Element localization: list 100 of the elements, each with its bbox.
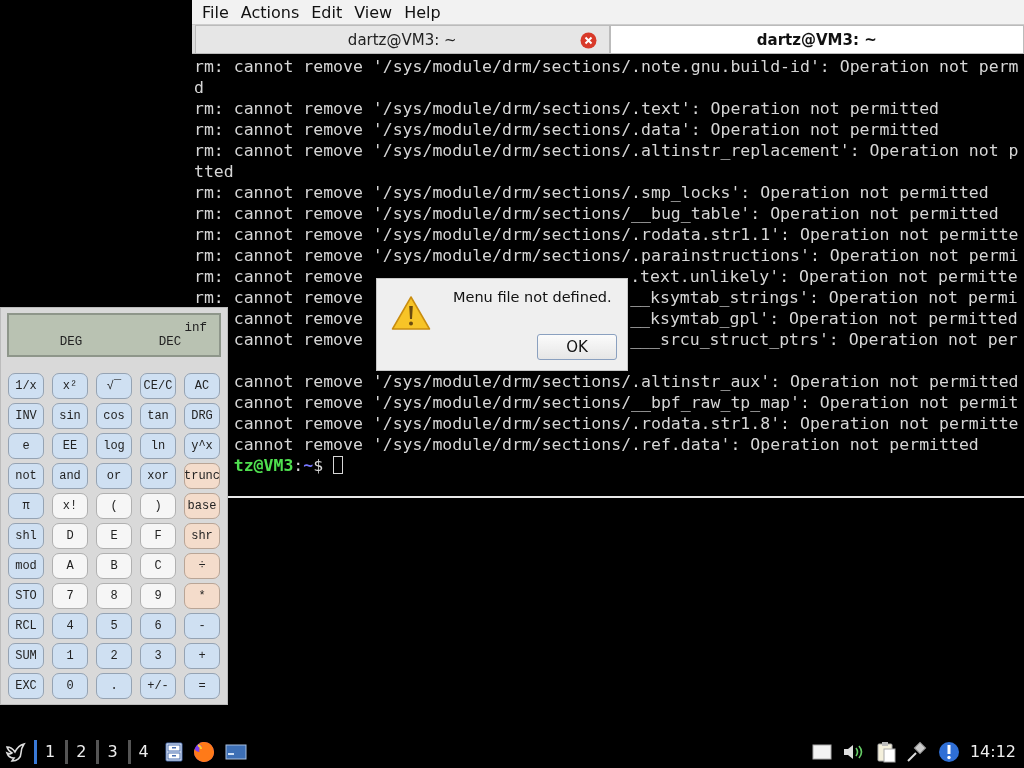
workspace-button[interactable]: 2: [65, 739, 93, 764]
terminal-line: rm: cannot remove '/sys/module/drm/sections/.data': Operation not permitted: [194, 120, 940, 139]
menu-item[interactable]: File: [196, 2, 235, 22]
calculator-key[interactable]: 8: [96, 583, 132, 609]
shell-prompt: tz@VM3:~$: [233, 456, 324, 475]
menu-item[interactable]: View: [348, 2, 399, 22]
dialog-message: Menu file not defined.: [453, 289, 612, 305]
angle-mode: DEG: [59, 335, 83, 351]
calculator-key[interactable]: -: [184, 613, 220, 639]
terminal-line: cannot remove '/sys/module/drm/sections/.ref.data': Operation not permitted: [233, 435, 979, 454]
terminal-line: rm: cannot remove: [194, 288, 363, 307]
terminal-line: rm: cannot remove: [194, 267, 363, 286]
menu-item[interactable]: Help: [398, 2, 447, 22]
calculator-key[interactable]: =: [184, 673, 220, 699]
calculator-key[interactable]: .: [96, 673, 132, 699]
terminal-line: tted: [194, 162, 234, 181]
warning-icon: [391, 295, 431, 331]
terminal-line: cannot remove: [233, 309, 363, 328]
calculator-key[interactable]: 4: [52, 613, 88, 639]
clock: 14:12: [969, 742, 1016, 761]
workspace-button[interactable]: 4: [127, 739, 155, 764]
calculator-key[interactable]: SUM: [8, 643, 44, 669]
note-icon[interactable]: [811, 742, 832, 761]
terminal-line: rm: cannot remove '/sys/module/drm/sections/.altinstr_replacement': Operation not p: [194, 141, 1019, 160]
calculator-key[interactable]: EXC: [8, 673, 44, 699]
calculator-key[interactable]: x²: [52, 373, 88, 399]
calculator-key[interactable]: shr: [184, 523, 220, 549]
calculator-key[interactable]: mod: [8, 553, 44, 579]
terminal-line: rm: cannot remove '/sys/module/drm/sections/.smp_locks': Operation not permitted: [194, 183, 989, 202]
terminal-line: rm: cannot remove '/sys/module/drm/sections/.rodata.str1.1': Operation not permitte: [194, 225, 1019, 244]
calculator-key[interactable]: or: [96, 463, 132, 489]
workspace-button[interactable]: 1: [34, 739, 62, 764]
calculator-key[interactable]: and: [52, 463, 88, 489]
calculator-key[interactable]: 6: [140, 613, 176, 639]
clipboard-icon[interactable]: [875, 740, 896, 763]
calculator-key[interactable]: A: [52, 553, 88, 579]
calculator-key[interactable]: EE: [52, 433, 88, 459]
calculator-key[interactable]: xor: [140, 463, 176, 489]
monitor-icon[interactable]: [224, 742, 247, 761]
calculator-key[interactable]: (: [96, 493, 132, 519]
info-icon[interactable]: [937, 740, 960, 763]
menu-item[interactable]: Actions: [234, 2, 306, 22]
terminal-line: cannot remove '/sys/module/drm/sections/.rodata.str1.8': Operation not permitte: [233, 414, 1019, 433]
calculator-key[interactable]: D: [52, 523, 88, 549]
calculator-key[interactable]: *: [184, 583, 220, 609]
calculator-key[interactable]: B: [96, 553, 132, 579]
close-icon[interactable]: [579, 32, 597, 49]
calculator-key[interactable]: +: [184, 643, 220, 669]
calculator-key[interactable]: 0: [52, 673, 88, 699]
terminal-tab[interactable]: dartz@VM3: ~: [609, 25, 1024, 53]
calculator-key[interactable]: C: [140, 553, 176, 579]
ok-button[interactable]: OK: [537, 334, 617, 360]
bird-icon[interactable]: [4, 740, 26, 763]
terminal-line: rm: cannot remove '/sys/module/drm/sections/__bug_table': Operation not permitted: [194, 204, 999, 223]
calculator-key[interactable]: 2: [96, 643, 132, 669]
calculator-key[interactable]: log: [96, 433, 132, 459]
terminal-line: cannot remove '/sys/module/drm/sections/.altinstr_aux': Operation not permitted: [233, 372, 1019, 391]
calculator-key[interactable]: cos: [96, 403, 132, 429]
calculator-key[interactable]: 5: [96, 613, 132, 639]
calculator-key[interactable]: ): [140, 493, 176, 519]
calculator-key[interactable]: +/-: [140, 673, 176, 699]
terminal-tab[interactable]: dartz@VM3: ~: [195, 25, 610, 53]
terminal-line: .text.unlikely': Operation not permitte: [630, 267, 1018, 286]
calculator-key[interactable]: not: [8, 463, 44, 489]
terminal-line: ___srcu_struct_ptrs': Operation not per: [630, 330, 1018, 349]
calculator-key[interactable]: x!: [52, 493, 88, 519]
calculator-key[interactable]: shl: [8, 523, 44, 549]
menu-item[interactable]: Edit: [305, 2, 349, 22]
display-value: inf: [184, 321, 207, 335]
calculator-key[interactable]: trunc: [184, 463, 220, 489]
terminal-line: __ksymtab_gpl': Operation not permitted: [630, 309, 1018, 328]
calculator-key[interactable]: 1: [52, 643, 88, 669]
calculator-key[interactable]: base: [184, 493, 220, 519]
calculator-key[interactable]: ln: [140, 433, 176, 459]
calculator-key[interactable]: 1/x: [8, 373, 44, 399]
calculator-key[interactable]: ÷: [184, 553, 220, 579]
calculator-key[interactable]: CE/C: [140, 373, 176, 399]
base-mode: DEC: [158, 335, 182, 351]
terminal-line: rm: cannot remove '/sys/module/drm/sections/.text': Operation not permitted: [194, 99, 940, 118]
calculator-key[interactable]: RCL: [8, 613, 44, 639]
file-cabinet-icon[interactable]: [164, 741, 183, 762]
calculator-key[interactable]: INV: [8, 403, 44, 429]
calculator-key[interactable]: 7: [52, 583, 88, 609]
calculator-key[interactable]: tan: [140, 403, 176, 429]
calculator-key[interactable]: 3: [140, 643, 176, 669]
calculator-key[interactable]: E: [96, 523, 132, 549]
terminal-line: cannot remove: [233, 330, 363, 349]
calculator-key[interactable]: AC: [184, 373, 220, 399]
calculator-key[interactable]: STO: [8, 583, 44, 609]
terminal-line: rm: cannot remove '/sys/module/drm/sections/.note.gnu.build-id': Operation not perm: [194, 57, 1019, 76]
workspace-button[interactable]: 3: [96, 739, 124, 764]
calculator-key[interactable]: F: [140, 523, 176, 549]
calculator-key[interactable]: π: [8, 493, 44, 519]
calculator-key[interactable]: e: [8, 433, 44, 459]
calculator-key[interactable]: DRG: [184, 403, 220, 429]
calculator-key[interactable]: sin: [52, 403, 88, 429]
calculator-key[interactable]: √‾: [96, 373, 132, 399]
terminal-line: cannot remove '/sys/module/drm/sections/__bpf_raw_tp_map': Operation not permit: [233, 393, 1019, 412]
calculator-key[interactable]: 9: [140, 583, 176, 609]
calculator-key[interactable]: y^x: [184, 433, 220, 459]
